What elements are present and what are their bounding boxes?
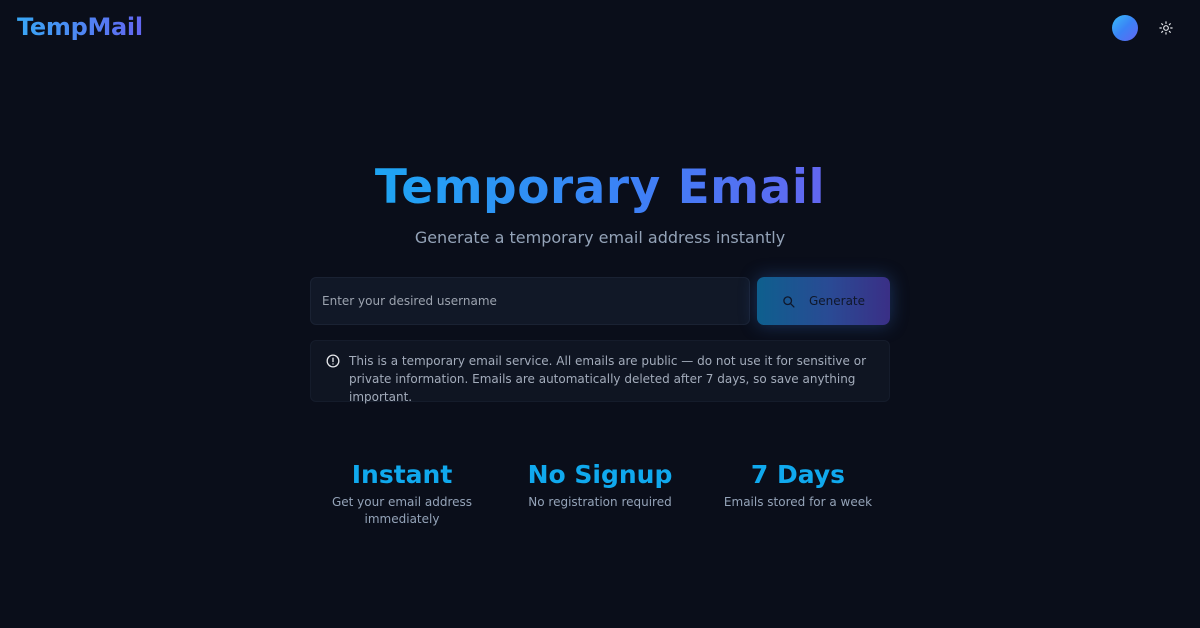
sun-icon <box>1159 21 1173 35</box>
feature-7-days: 7 Days Emails stored for a week <box>703 458 893 511</box>
generate-button[interactable]: Generate <box>757 277 890 325</box>
page: TempMail Temporary Email Generate a temp… <box>0 0 1200 628</box>
page-title: Temporary Email <box>0 158 1200 218</box>
feature-title: No Signup <box>527 460 673 489</box>
logo[interactable]: TempMail <box>17 13 143 41</box>
feature-description: No registration required <box>528 495 672 509</box>
feature-title: 7 Days <box>750 460 846 489</box>
page-subtitle: Generate a temporary email address insta… <box>414 228 786 247</box>
notice-text: This is a temporary email service. All e… <box>349 354 867 404</box>
feature-description: Emails stored for a week <box>723 495 873 509</box>
feature-instant: Instant Get your email address immediate… <box>307 458 497 528</box>
feature-description: Get your email address immediately <box>331 495 473 526</box>
alert-circle-icon <box>326 354 340 368</box>
theme-toggle-button[interactable] <box>1156 18 1176 38</box>
username-input[interactable] <box>310 277 750 325</box>
generate-button-label: Generate <box>808 294 866 308</box>
page-title-text: Temporary Email <box>374 160 826 215</box>
header: TempMail <box>0 0 1200 56</box>
search-icon <box>783 295 795 308</box>
avatar[interactable] <box>1112 15 1138 41</box>
feature-no-signup: No Signup No registration required <box>505 458 695 511</box>
notice-banner: This is a temporary email service. All e… <box>310 340 890 404</box>
feature-title: Instant <box>351 460 453 489</box>
